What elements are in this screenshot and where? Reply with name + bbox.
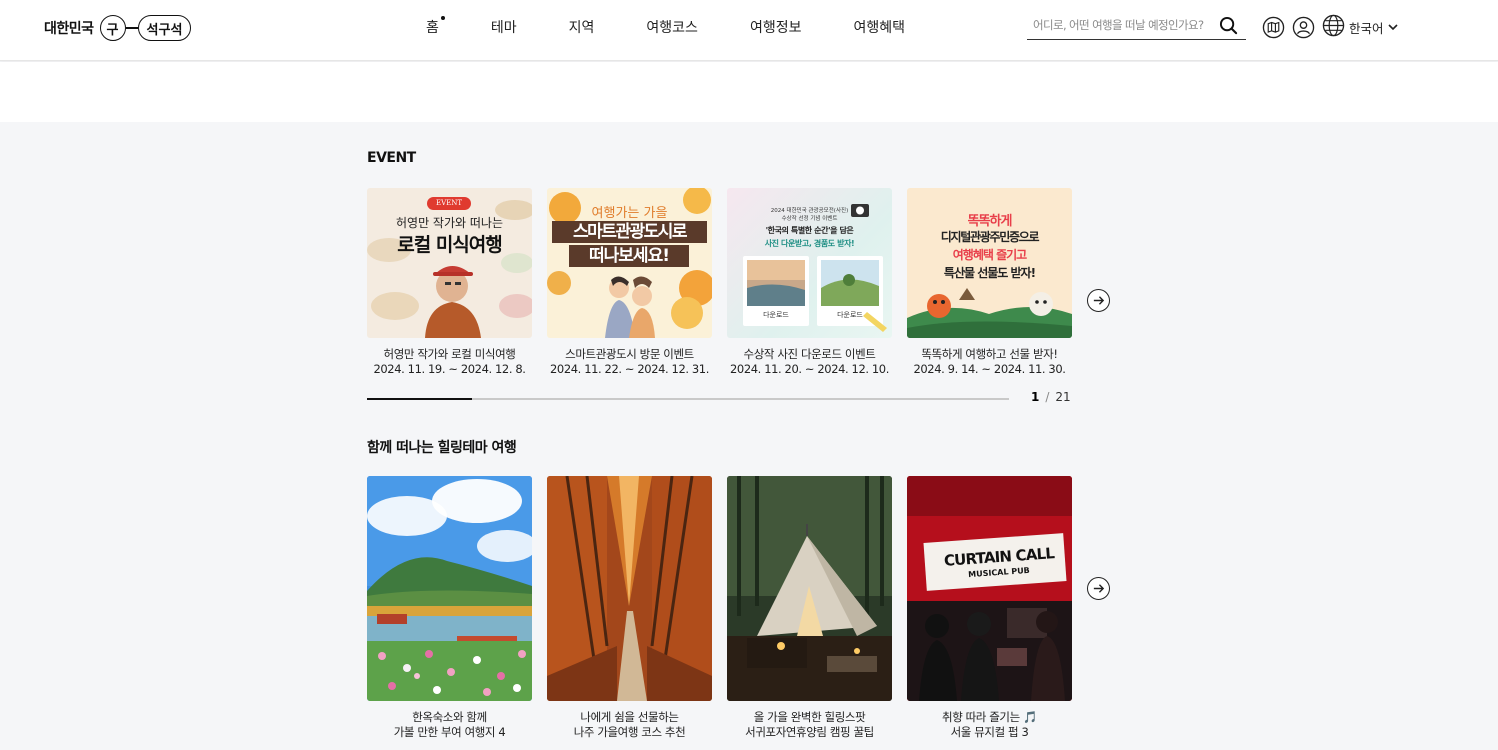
theme-caption: 나에게 쉼을 선물하는 나주 가을여행 코스 추천 xyxy=(547,710,712,740)
event-date: 2024. 9. 14. ~ 2024. 11. 30. xyxy=(913,362,1066,376)
pager-total: 21 xyxy=(1055,390,1071,404)
theme-next-button[interactable] xyxy=(1087,577,1110,600)
theme-card[interactable]: 한옥숙소와 함께 가볼 만한 부여 여행지 4 xyxy=(367,476,532,740)
logo-pill: 석구석 xyxy=(137,15,192,41)
art-line: 떠나보세요! xyxy=(569,245,689,267)
header-spacer xyxy=(0,62,1498,122)
logo-circle: 구 xyxy=(99,15,126,41)
language-label: 한국어 xyxy=(1349,20,1384,36)
event-title: 똑똑하게 여행하고 선물 받자! xyxy=(921,347,1058,361)
logo-text: 대한민국 xyxy=(44,21,94,37)
theme-line: 가볼 만한 부여 여행지 4 xyxy=(393,725,506,739)
event-title: 스마트관광도시 방문 이벤트 xyxy=(565,347,694,361)
theme-line: 나에게 쉼을 선물하는 xyxy=(580,710,679,724)
theme-line: 취향 따라 즐기는 🎵 xyxy=(942,710,1037,724)
theme-line: 나주 가을여행 코스 추천 xyxy=(573,725,686,739)
theme-caption: 올 가을 완벽한 힐링스팟 서귀포자연휴양림 캠핑 꿀팁 xyxy=(727,710,892,740)
event-image-photo-download: 2024 대한민국 관광공모전(사진) 수상작 선정 기념 이벤트 '한국의 특… xyxy=(727,188,892,338)
site-logo[interactable]: 대한민국 구 석구석 xyxy=(44,13,192,43)
event-pager: 1/21 xyxy=(1031,390,1071,404)
art-line: 허영만 작가와 떠나는 xyxy=(396,216,503,230)
event-date: 2024. 11. 19. ~ 2024. 12. 8. xyxy=(373,362,526,376)
event-card[interactable]: 여행가는 가을 스마트관광도시로 떠나보세요! 스마트관광도시 방문 이벤트 2… xyxy=(547,188,712,377)
theme-image-musical-pub: CURTAIN CALL MUSICAL PUB xyxy=(907,476,1072,701)
event-progress-fill xyxy=(367,398,473,400)
main-nav: 홈 테마 지역 여행코스 여행정보 여행혜택 xyxy=(400,0,931,54)
theme-line: 서귀포자연휴양림 캠핑 꿀팁 xyxy=(745,725,874,739)
nav-item-home[interactable]: 홈 xyxy=(400,16,465,37)
pager-current: 1 xyxy=(1031,390,1040,404)
art-line: 여행혜택 즐기고 xyxy=(952,248,1027,262)
event-progress-bar[interactable] xyxy=(367,398,1009,400)
theme-image-buyeo xyxy=(367,476,532,701)
nav-item-info[interactable]: 여행정보 xyxy=(724,17,828,37)
event-carousel: EVENT 허영만 작가와 떠나는 로컬 미식여행 허영만 작가와 로컬 미식여… xyxy=(367,188,1072,377)
event-card[interactable]: 2024 대한민국 관광공모전(사진) 수상작 선정 기념 이벤트 '한국의 특… xyxy=(727,188,892,377)
arrow-right-icon xyxy=(1093,584,1105,593)
nav-item-region[interactable]: 지역 xyxy=(543,17,621,37)
art-line: 스마트관광도시로 xyxy=(552,221,707,243)
event-caption: 수상작 사진 다운로드 이벤트 2024. 11. 20. ~ 2024. 12… xyxy=(727,347,892,377)
art-line: 로컬 미식여행 xyxy=(397,234,503,256)
nav-item-benefit[interactable]: 여행혜택 xyxy=(827,17,931,37)
theme-card[interactable]: 나에게 쉼을 선물하는 나주 가을여행 코스 추천 xyxy=(547,476,712,740)
theme-image-camping xyxy=(727,476,892,701)
event-date: 2024. 11. 22. ~ 2024. 12. 31. xyxy=(550,362,709,376)
event-card[interactable]: 똑똑하게 디지털관광주민증으로 여행혜택 즐기고 특산물 선물도 받자! 똑똑하… xyxy=(907,188,1072,377)
logo-dash xyxy=(125,27,138,29)
event-image-digital-resident: 똑똑하게 디지털관광주민증으로 여행혜택 즐기고 특산물 선물도 받자! xyxy=(907,188,1072,338)
search-bar xyxy=(1027,11,1246,40)
theme-caption: 한옥숙소와 함께 가볼 만한 부여 여행지 4 xyxy=(367,710,532,740)
theme-card[interactable]: CURTAIN CALL MUSICAL PUB 취향 따라 즐기는 🎵 서울 … xyxy=(907,476,1072,740)
healing-carousel: 한옥숙소와 함께 가볼 만한 부여 여행지 4 나에게 쉼을 선물하는 나주 가… xyxy=(367,476,1072,740)
event-image-food-trip: EVENT 허영만 작가와 떠나는 로컬 미식여행 xyxy=(367,188,532,338)
event-image-smart-city: 여행가는 가을 스마트관광도시로 떠나보세요! xyxy=(547,188,712,338)
theme-card[interactable]: 올 가을 완벽한 힐링스팟 서귀포자연휴양림 캠핑 꿀팁 xyxy=(727,476,892,740)
event-section-title: EVENT xyxy=(367,150,416,166)
art-line: 특산물 선물도 받자! xyxy=(943,266,1036,280)
event-badge: EVENT xyxy=(427,197,471,210)
nav-item-theme[interactable]: 테마 xyxy=(465,17,543,37)
download-label: 다운로드 xyxy=(837,311,863,319)
healing-section-title: 함께 떠나는 힐링테마 여행 xyxy=(367,440,517,456)
art-line: 똑똑하게 xyxy=(967,214,1013,229)
event-caption: 똑똑하게 여행하고 선물 받자! 2024. 9. 14. ~ 2024. 11… xyxy=(907,347,1072,377)
arrow-right-icon xyxy=(1093,296,1105,305)
art-line: 디지털관광주민증으로 xyxy=(940,230,1040,244)
theme-line: 한옥숙소와 함께 xyxy=(412,710,487,724)
event-card[interactable]: EVENT 허영만 작가와 떠나는 로컬 미식여행 허영만 작가와 로컬 미식여… xyxy=(367,188,532,377)
event-next-button[interactable] xyxy=(1087,289,1110,312)
art-line: 여행가는 가을 xyxy=(591,206,668,221)
theme-line: 올 가을 완벽한 힐링스팟 xyxy=(753,710,866,724)
event-title: 수상작 사진 다운로드 이벤트 xyxy=(743,347,876,361)
theme-line: 서울 뮤지컬 펍 3 xyxy=(950,725,1029,739)
user-icon[interactable] xyxy=(1291,15,1315,39)
map-icon[interactable] xyxy=(1261,15,1285,39)
globe-icon xyxy=(1322,14,1345,41)
search-icon[interactable] xyxy=(1217,14,1239,36)
logo-mark: 구 석구석 xyxy=(99,15,192,41)
event-title: 허영만 작가와 로컬 미식여행 xyxy=(383,347,516,361)
event-caption: 스마트관광도시 방문 이벤트 2024. 11. 22. ~ 2024. 12.… xyxy=(547,347,712,377)
language-selector[interactable]: 한국어 xyxy=(1322,14,1399,41)
theme-caption: 취향 따라 즐기는 🎵 서울 뮤지컬 펍 3 xyxy=(907,710,1072,740)
chevron-down-icon xyxy=(1387,18,1399,37)
search-input[interactable] xyxy=(1027,18,1217,32)
site-header: 대한민국 구 석구석 홈 테마 지역 여행코스 여행정보 여행혜택 한국어 xyxy=(0,0,1498,61)
theme-image-naju xyxy=(547,476,712,701)
download-label: 다운로드 xyxy=(763,311,789,319)
event-date: 2024. 11. 20. ~ 2024. 12. 10. xyxy=(730,362,889,376)
nav-item-course[interactable]: 여행코스 xyxy=(620,17,724,37)
event-caption: 허영만 작가와 로컬 미식여행 2024. 11. 19. ~ 2024. 12… xyxy=(367,347,532,377)
